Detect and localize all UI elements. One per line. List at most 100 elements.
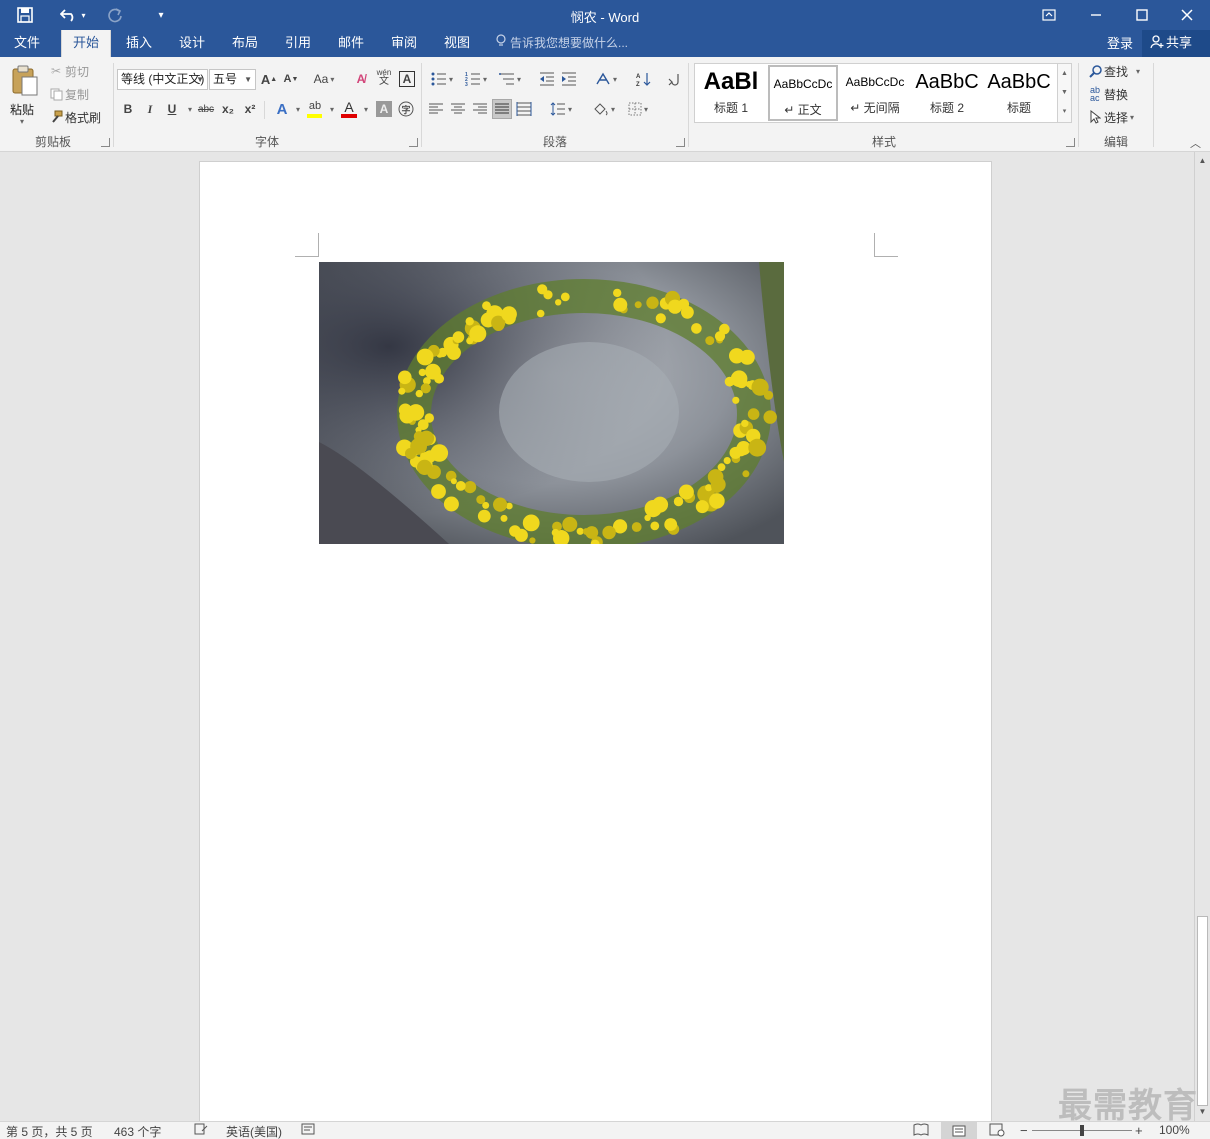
- replace-button[interactable]: ab ac 替换: [1086, 84, 1128, 104]
- share-button[interactable]: 共享: [1142, 30, 1210, 57]
- login-link[interactable]: 登录: [1107, 30, 1133, 57]
- styles-more-icon[interactable]: ▾: [1058, 102, 1071, 121]
- macro-record-icon[interactable]: [301, 1123, 315, 1138]
- proofing-icon[interactable]: [194, 1123, 208, 1138]
- read-mode-icon[interactable]: [913, 1123, 929, 1139]
- styles-scroll-up-icon[interactable]: ▲: [1058, 64, 1071, 83]
- tab-mailings[interactable]: 邮件: [326, 30, 376, 57]
- print-layout-icon[interactable]: [941, 1122, 977, 1139]
- style-heading-2[interactable]: AaBbC 标题 2: [912, 65, 982, 121]
- replace-icon: ab ac: [1089, 85, 1100, 103]
- copy-button[interactable]: 复制: [47, 84, 89, 104]
- tab-review[interactable]: 审阅: [379, 30, 429, 57]
- find-button[interactable]: 查找 ▾: [1086, 61, 1140, 81]
- align-left-icon[interactable]: [426, 99, 446, 119]
- language-status[interactable]: 英语(美国): [226, 1123, 282, 1139]
- format-painter-button[interactable]: 格式刷: [47, 107, 101, 127]
- tab-home[interactable]: 开始: [61, 30, 111, 57]
- paste-button[interactable]: 粘贴 ▾: [8, 63, 40, 127]
- italic-button[interactable]: I: [140, 99, 160, 119]
- page-count-status[interactable]: 第 5 页，共 5 页: [6, 1123, 93, 1139]
- zoom-level[interactable]: 100%: [1159, 1123, 1190, 1137]
- tab-insert[interactable]: 插入: [114, 30, 164, 57]
- underline-button[interactable]: U: [162, 99, 182, 119]
- bullets-button[interactable]: ▾: [427, 69, 457, 89]
- superscript-button[interactable]: x²: [240, 99, 260, 119]
- line-spacing-button[interactable]: ▾: [546, 99, 576, 119]
- align-right-icon[interactable]: [470, 99, 490, 119]
- scroll-up-icon[interactable]: ▲: [1195, 154, 1210, 168]
- group-label-paragraph: 段落: [542, 135, 567, 149]
- style-heading-1[interactable]: AaBl 标题 1: [696, 65, 766, 121]
- zoom-slider-thumb[interactable]: [1080, 1125, 1084, 1136]
- paste-dropdown-icon[interactable]: ▾: [20, 117, 24, 126]
- show-paragraph-marks-icon[interactable]: [664, 69, 684, 89]
- select-button[interactable]: 选择 ▾: [1086, 107, 1134, 127]
- minimize-icon[interactable]: [1073, 0, 1119, 30]
- subscript-button[interactable]: x₂: [218, 99, 238, 119]
- web-layout-icon[interactable]: [989, 1123, 1005, 1139]
- character-border-icon[interactable]: A: [399, 71, 415, 87]
- chevron-down-icon: ▾: [448, 74, 453, 84]
- style-normal[interactable]: AaBbCcDc ↵ 正文: [768, 65, 838, 121]
- clear-formatting-icon[interactable]: A̸: [351, 69, 371, 89]
- distributed-align-icon[interactable]: [514, 99, 534, 119]
- chinese-layout-button[interactable]: ▾: [591, 69, 621, 89]
- flower-petal: [748, 438, 767, 457]
- zoom-out-icon[interactable]: −: [1020, 1123, 1028, 1138]
- justify-icon[interactable]: [492, 99, 512, 119]
- clipboard-launcher-icon[interactable]: [101, 138, 110, 147]
- collapse-ribbon-icon[interactable]: ︿: [1190, 135, 1201, 151]
- font-launcher-icon[interactable]: [409, 138, 418, 147]
- style-title[interactable]: AaBbC 标题: [984, 65, 1054, 121]
- lightbulb-icon: [496, 30, 506, 57]
- customize-qat-icon[interactable]: ▾: [148, 0, 174, 30]
- style-no-spacing[interactable]: AaBbCcDc ↵ 无间隔: [840, 65, 910, 121]
- align-center-icon[interactable]: [448, 99, 468, 119]
- enclose-characters-icon[interactable]: 字: [396, 99, 416, 119]
- zoom-slider[interactable]: [1032, 1125, 1132, 1136]
- save-icon[interactable]: [12, 0, 38, 30]
- numbering-button[interactable]: 1 2 3 ▾: [461, 69, 491, 89]
- sort-icon[interactable]: AZ: [633, 69, 653, 89]
- tab-file[interactable]: 文件: [2, 30, 52, 57]
- multilevel-list-button[interactable]: ▾: [495, 69, 525, 89]
- decrease-indent-icon[interactable]: [537, 69, 557, 89]
- vertical-scrollbar[interactable]: ▲ ▼: [1194, 152, 1210, 1121]
- increase-indent-icon[interactable]: [559, 69, 579, 89]
- font-color-dropdown-icon[interactable]: ▾: [356, 99, 376, 119]
- character-shading-icon[interactable]: A: [376, 101, 392, 117]
- flower-petal: [652, 496, 669, 513]
- svg-text:3: 3: [465, 82, 468, 86]
- paragraph-launcher-icon[interactable]: [676, 138, 685, 147]
- styles-scroll-down-icon[interactable]: ▼: [1058, 83, 1071, 102]
- grow-font-icon[interactable]: A ▲: [259, 69, 279, 89]
- font-size-combo[interactable]: 五号 ▼: [209, 69, 256, 90]
- pinyin-guide-icon[interactable]: wén 文: [374, 67, 394, 87]
- zoom-in-icon[interactable]: +: [1135, 1123, 1143, 1138]
- tab-references[interactable]: 引用: [273, 30, 323, 57]
- close-icon[interactable]: [1164, 0, 1210, 30]
- change-case-icon[interactable]: Aa ▾: [310, 69, 338, 89]
- undo-icon[interactable]: ▾: [55, 0, 91, 30]
- tab-view[interactable]: 视图: [432, 30, 482, 57]
- ribbon-display-options-icon[interactable]: [1026, 0, 1072, 30]
- redo-icon[interactable]: [102, 0, 128, 30]
- tab-layout[interactable]: 布局: [220, 30, 270, 57]
- styles-launcher-icon[interactable]: [1066, 138, 1075, 147]
- strikethrough-button[interactable]: abc: [196, 99, 216, 119]
- yellow-flower-wreath-photo[interactable]: [319, 262, 784, 544]
- document-page[interactable]: [199, 161, 992, 1131]
- tell-me-search[interactable]: 告诉我您想要做什么...: [496, 30, 628, 57]
- cut-button[interactable]: ✂ 剪切: [47, 61, 89, 81]
- font-name-combo[interactable]: 等线 (中文正文) ▼: [117, 69, 208, 90]
- style-sample: AaBbC: [915, 71, 979, 93]
- shading-button[interactable]: ▾: [589, 99, 619, 119]
- maximize-icon[interactable]: [1119, 0, 1165, 30]
- shrink-font-icon[interactable]: A ▼: [281, 69, 301, 89]
- scrollbar-thumb[interactable]: [1197, 916, 1208, 1106]
- tab-design[interactable]: 设计: [167, 30, 217, 57]
- word-count-status[interactable]: 463 个字: [114, 1123, 161, 1139]
- borders-button[interactable]: ▾: [623, 99, 653, 119]
- bold-button[interactable]: B: [118, 99, 138, 119]
